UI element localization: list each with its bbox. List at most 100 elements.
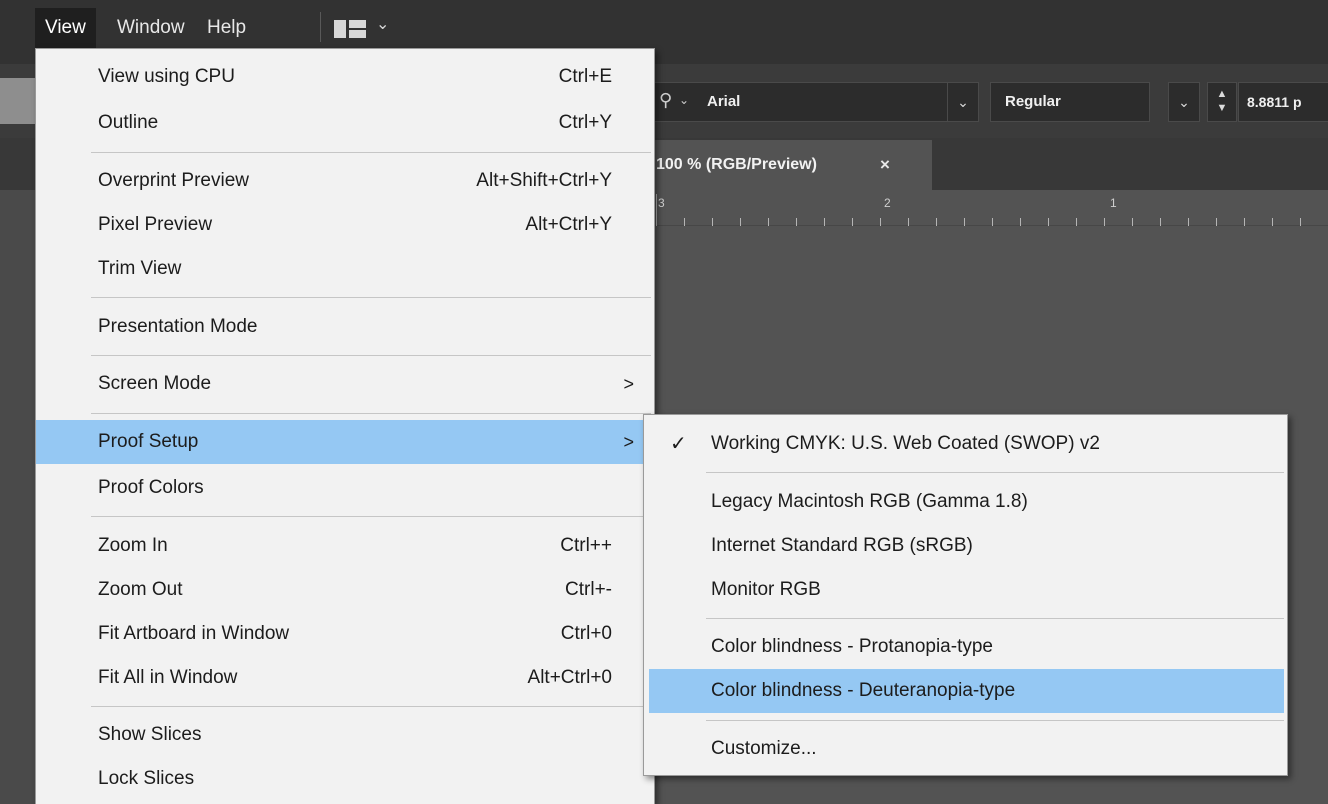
menu-item-fit-all[interactable]: Fit All in Window Alt+Ctrl+0 [36,656,654,700]
menu-item-label: Legacy Macintosh RGB (Gamma 1.8) [711,491,1028,512]
document-tab[interactable]: 100 % (RGB/Preview) × [654,140,932,190]
tools-panel [0,190,40,804]
menu-item-shortcut: Ctrl+Y [558,112,612,133]
menu-item-label: Color blindness - Deuteranopia-type [711,680,1016,701]
menu-separator [91,152,651,153]
submenu-item-customize[interactable]: Customize... [644,727,1287,771]
ruler-tick [1076,218,1077,226]
ruler-tick [740,218,741,226]
font-size-field[interactable]: 8.8811 p [1238,82,1328,122]
ruler-tick [1300,218,1301,226]
menu-separator [91,516,651,517]
menu-item-label: Trim View [98,258,182,279]
menu-item-overprint-preview[interactable]: Overprint Preview Alt+Shift+Ctrl+Y [36,159,654,203]
menu-item-trim-view[interactable]: Trim View [36,247,654,291]
menu-item-screen-mode[interactable]: Screen Mode > [36,362,654,406]
submenu-item-deuteranopia[interactable]: Color blindness - Deuteranopia-type [649,669,1284,713]
menu-item-label: Fit All in Window [98,667,238,688]
checkmark-icon: ✓ [670,433,687,455]
ruler-tick [908,218,909,226]
chevron-down-icon[interactable]: ⌄ [679,93,689,107]
menu-item-label: Show Slices [98,724,202,745]
ruler-tick [1188,218,1189,226]
menu-item-shortcut: Alt+Ctrl+Y [525,214,612,235]
chevron-down-icon[interactable]: ⌄ [376,14,389,34]
menu-view[interactable]: View [35,8,96,48]
menu-item-lock-slices[interactable]: Lock Slices [36,757,654,801]
menu-item-label: Internet Standard RGB (sRGB) [711,535,973,556]
ruler-tick [656,194,657,226]
menu-item-label: Proof Setup [98,431,199,452]
menu-separator [91,706,651,707]
menu-help[interactable]: Help [197,8,256,48]
proof-setup-submenu: ✓ Working CMYK: U.S. Web Coated (SWOP) v… [643,414,1288,776]
ruler-tick [1160,218,1161,226]
ruler-tick [992,218,993,226]
font-family-dropdown-button[interactable]: ⌄ [947,82,979,122]
menu-item-label: Fit Artboard in Window [98,623,290,644]
menu-item-label: Presentation Mode [98,316,258,337]
ruler-label: 1 [1110,196,1117,210]
menu-item-label: Customize... [711,738,817,759]
ruler-label: 3 [658,196,665,210]
ruler-tick [964,218,965,226]
menu-item-shortcut: Ctrl+E [558,66,612,87]
ruler-tick [796,218,797,226]
close-icon[interactable]: × [880,155,890,175]
menu-item-zoom-out[interactable]: Zoom Out Ctrl+- [36,568,654,612]
view-menu: View using CPU Ctrl+E Outline Ctrl+Y Ove… [35,48,655,804]
ruler-tick [1104,218,1105,226]
document-tab-title: 100 % (RGB/Preview) [656,156,817,173]
menu-item-view-using-cpu[interactable]: View using CPU Ctrl+E [36,55,654,99]
ruler-tick [1244,218,1245,226]
submenu-item-internet-standard-rgb[interactable]: Internet Standard RGB (sRGB) [644,524,1287,568]
menu-separator [91,297,651,298]
ruler-tick [936,218,937,226]
menu-item-label: Zoom Out [98,579,183,600]
menu-item-label: Proof Colors [98,477,204,498]
ruler-tick [852,218,853,226]
menu-item-label: Lock Slices [98,768,195,789]
menu-separator [706,618,1284,619]
submenu-item-working-cmyk[interactable]: ✓ Working CMYK: U.S. Web Coated (SWOP) v… [644,422,1287,466]
menu-separator [706,472,1284,473]
menu-item-label: Color blindness - Protanopia-type [711,636,993,657]
menu-item-label: Overprint Preview [98,170,249,191]
menu-window[interactable]: Window [107,8,195,48]
menu-item-label: Monitor RGB [711,579,821,600]
font-size-stepper[interactable]: ▲ ▼ [1207,82,1237,122]
ruler-tick [824,218,825,226]
workspace-layout-icon[interactable] [334,20,366,38]
submenu-item-protanopia[interactable]: Color blindness - Protanopia-type [644,625,1287,669]
ruler-tick [712,218,713,226]
menu-separator [91,413,651,414]
search-icon[interactable]: ⚲ [659,90,672,111]
menu-item-outline[interactable]: Outline Ctrl+Y [36,101,654,145]
menu-bar-divider [320,12,321,42]
menu-item-label: Screen Mode [98,373,212,394]
font-style-dropdown-button[interactable]: ⌄ [1168,82,1200,122]
menu-item-label: View using CPU [98,66,235,87]
submenu-item-legacy-mac-rgb[interactable]: Legacy Macintosh RGB (Gamma 1.8) [644,480,1287,524]
menu-item-fit-artboard[interactable]: Fit Artboard in Window Ctrl+0 [36,612,654,656]
menu-separator [706,720,1284,721]
menu-item-shortcut: Ctrl+0 [560,623,612,644]
font-style-field[interactable]: Regular [990,82,1150,122]
submenu-item-monitor-rgb[interactable]: Monitor RGB [644,568,1287,612]
menu-item-proof-setup[interactable]: Proof Setup > [36,420,654,464]
font-family-field[interactable]: ⚲ ⌄ Arial [650,82,975,122]
menu-item-label: Zoom In [98,535,168,556]
menu-item-shortcut: Alt+Ctrl+0 [527,667,612,688]
menu-item-presentation-mode[interactable]: Presentation Mode [36,305,654,349]
ruler-tick [880,218,881,226]
menu-item-zoom-in[interactable]: Zoom In Ctrl++ [36,524,654,568]
ruler-tick [1048,218,1049,226]
menu-item-proof-colors[interactable]: Proof Colors [36,466,654,510]
menu-item-pixel-preview[interactable]: Pixel Preview Alt+Ctrl+Y [36,203,654,247]
menu-item-shortcut: Alt+Shift+Ctrl+Y [476,170,612,191]
font-family-value: Arial [707,93,741,110]
chevron-right-icon: > [623,374,634,394]
menu-item-show-slices[interactable]: Show Slices [36,713,654,757]
ruler-tick [1132,218,1133,226]
ruler-tick [1272,218,1273,226]
